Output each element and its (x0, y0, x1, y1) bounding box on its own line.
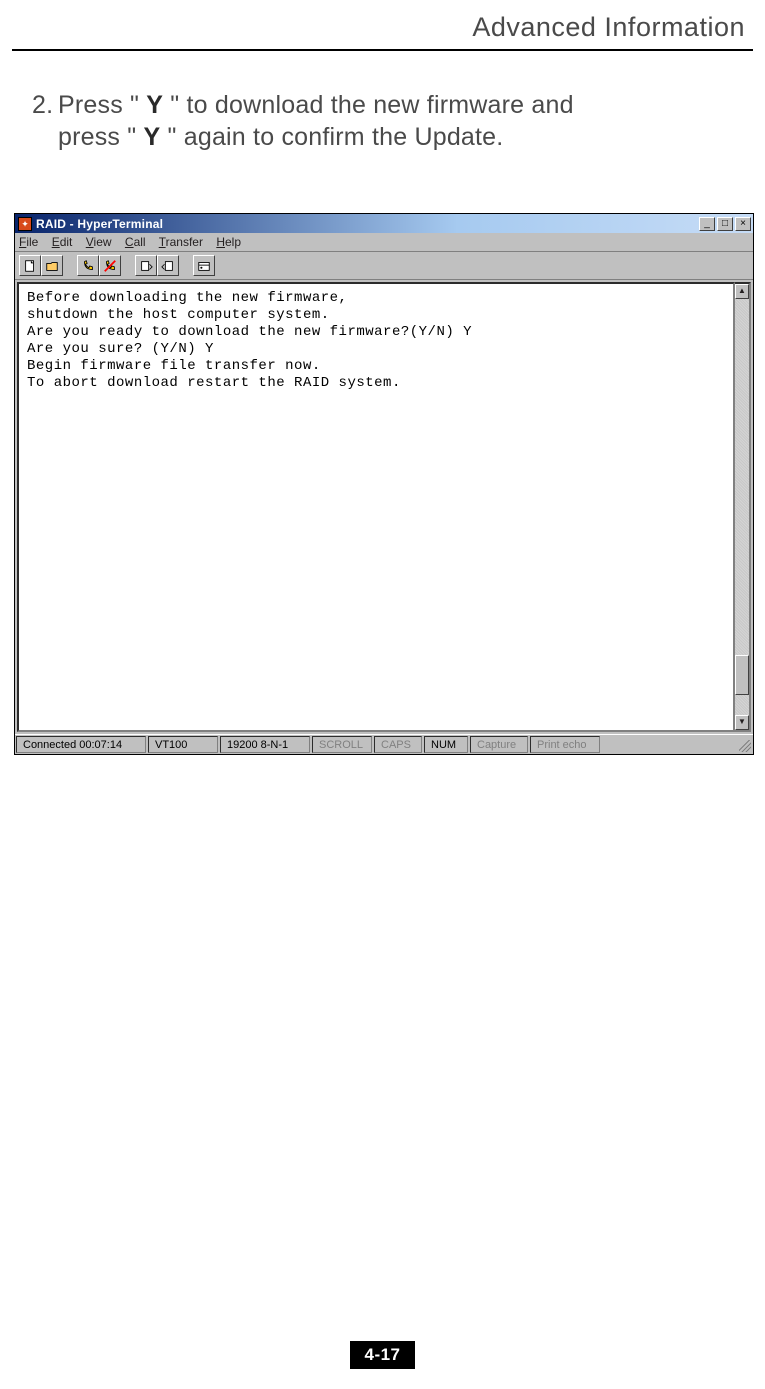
app-icon: ✦ (18, 217, 32, 231)
instr-text-3: press " (58, 123, 144, 151)
toolbar (15, 252, 753, 280)
toolbar-receive-button[interactable] (157, 255, 179, 276)
status-printecho: Print echo (530, 736, 600, 753)
instr-text-1: Press " (58, 91, 146, 119)
status-caps: CAPS (374, 736, 422, 753)
scroll-down-button[interactable]: ▼ (735, 715, 749, 730)
status-num: NUM (424, 736, 468, 753)
toolbar-disconnect-button[interactable] (99, 255, 121, 276)
header-divider (12, 49, 753, 51)
instruction-step-2: 2.Press " Y " to download the new firmwa… (32, 89, 733, 153)
toolbar-send-button[interactable] (135, 255, 157, 276)
scroll-thumb[interactable] (735, 655, 749, 695)
instr-text-2: " to download the new firmware and (163, 91, 574, 119)
minimize-button[interactable]: _ (699, 217, 715, 231)
resize-grip-icon[interactable] (735, 735, 753, 754)
vertical-scrollbar[interactable]: ▲ ▼ (735, 282, 751, 732)
menu-transfer[interactable]: Transfer (159, 235, 203, 249)
instr-key-1: Y (146, 91, 163, 119)
menu-bar: File Edit View Call Transfer Help (15, 233, 753, 252)
menu-file[interactable]: File (19, 235, 38, 249)
close-button[interactable]: × (735, 217, 751, 231)
instr-key-2: Y (144, 123, 161, 151)
window-title: RAID - HyperTerminal (36, 217, 699, 231)
menu-view[interactable]: View (86, 235, 112, 249)
toolbar-open-button[interactable] (41, 255, 63, 276)
scroll-up-button[interactable]: ▲ (735, 284, 749, 299)
toolbar-call-button[interactable] (77, 255, 99, 276)
instr-text-4: " again to confirm the Update. (160, 123, 503, 151)
toolbar-properties-button[interactable] (193, 255, 215, 276)
scroll-track[interactable] (735, 299, 749, 715)
menu-call[interactable]: Call (125, 235, 146, 249)
status-bar: Connected 00:07:14 VT100 19200 8-N-1 SCR… (15, 734, 753, 754)
menu-help[interactable]: Help (216, 235, 241, 249)
page-footer: 4-17 (0, 1341, 765, 1369)
status-emulation: VT100 (148, 736, 218, 753)
toolbar-new-button[interactable] (19, 255, 41, 276)
status-connected: Connected 00:07:14 (16, 736, 146, 753)
status-params: 19200 8-N-1 (220, 736, 310, 753)
menu-edit[interactable]: Edit (52, 235, 73, 249)
hyperterminal-window: ✦ RAID - HyperTerminal _ □ × File Edit V… (14, 213, 754, 755)
window-titlebar[interactable]: ✦ RAID - HyperTerminal _ □ × (15, 214, 753, 233)
maximize-button[interactable]: □ (717, 217, 733, 231)
instruction-number: 2. (32, 89, 58, 121)
page-header-title: Advanced Information (12, 12, 753, 49)
client-area: Before downloading the new firmware, shu… (15, 280, 753, 734)
terminal-output[interactable]: Before downloading the new firmware, shu… (17, 282, 735, 732)
page-number-badge: 4-17 (350, 1341, 414, 1369)
status-scroll: SCROLL (312, 736, 372, 753)
status-capture: Capture (470, 736, 528, 753)
